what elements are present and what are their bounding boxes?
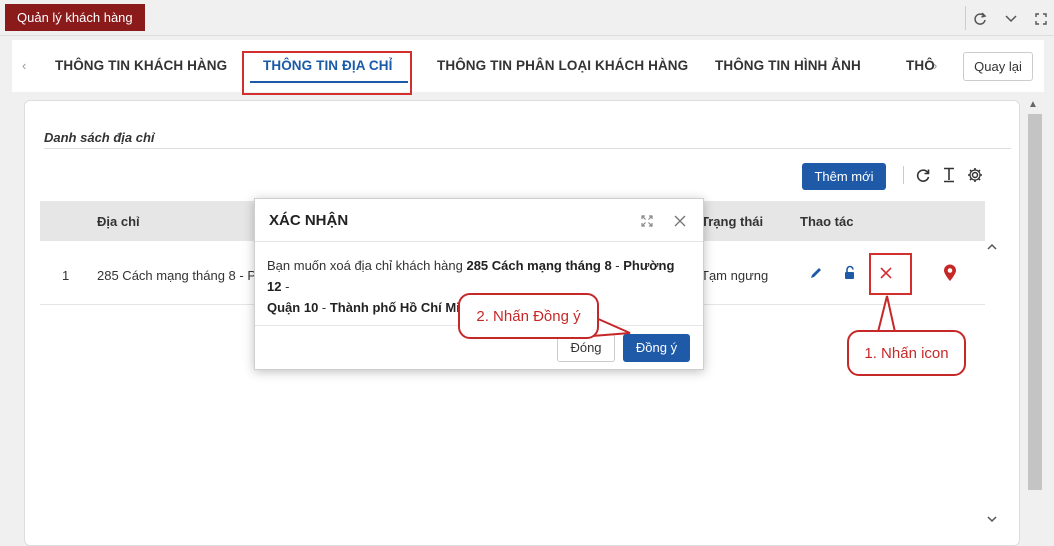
confirm-dialog: XÁC NHẬN Bạn muốn xoá địa chỉ khách hàng…	[254, 198, 704, 370]
column-header-address[interactable]: Địa chỉ	[97, 214, 140, 229]
scroll-down-icon[interactable]	[987, 515, 997, 526]
address-part: 285 Cách mạng tháng 8	[466, 258, 612, 273]
tab-image-info[interactable]: THÔNG TIN HÌNH ẢNH	[715, 58, 861, 73]
address-separator: -	[611, 258, 624, 273]
highlight-box-tab	[242, 51, 412, 95]
back-button[interactable]: Quay lại	[963, 52, 1033, 81]
highlight-box-delete	[869, 253, 912, 295]
confirm-button[interactable]: Đồng ý	[623, 334, 690, 362]
row-status: Tạm ngưng	[701, 268, 769, 283]
callout-step2: 2. Nhấn Đồng ý	[458, 293, 599, 339]
chevron-left-icon[interactable]: ‹	[22, 58, 26, 73]
close-icon[interactable]	[672, 213, 688, 229]
column-header-actions: Thao tác	[800, 214, 854, 229]
chevron-down-icon[interactable]	[1000, 8, 1022, 30]
expand-icon[interactable]	[639, 213, 655, 229]
edit-icon[interactable]	[806, 262, 826, 284]
callout-step1: 1. Nhấn icon	[847, 330, 966, 376]
refresh-icon[interactable]	[969, 8, 991, 30]
tab-bar: ‹ THÔNG TIN KHÁCH HÀNG THÔNG TIN ĐỊA CHỈ…	[12, 40, 1044, 92]
section-title: Danh sách địa chỉ	[44, 130, 155, 145]
row-index: 1	[62, 268, 70, 283]
chevron-right-icon[interactable]: ›	[933, 58, 937, 73]
unlock-icon[interactable]	[840, 262, 860, 284]
address-part: Thành phố Hồ Chí Minh	[329, 300, 476, 315]
location-pin-icon[interactable]	[940, 262, 960, 284]
tab-classification-info[interactable]: THÔNG TIN PHÂN LOẠI KHÁCH HÀNG	[437, 58, 688, 73]
settings-icon[interactable]	[965, 165, 985, 185]
add-new-button[interactable]: Thêm mới	[802, 163, 886, 190]
top-bar: Quản lý khách hàng	[0, 0, 1054, 36]
dialog-title: XÁC NHẬN	[269, 212, 349, 229]
divider	[255, 241, 703, 242]
scroll-up-icon[interactable]: ▲	[1028, 99, 1038, 110]
fullscreen-icon[interactable]	[1030, 8, 1052, 30]
divider	[903, 166, 904, 184]
divider	[44, 148, 1011, 149]
address-part: Quận 10	[267, 300, 319, 315]
reload-icon[interactable]	[913, 165, 933, 185]
tab-customer-info[interactable]: THÔNG TIN KHÁCH HÀNG	[55, 58, 227, 73]
row-address: 285 Cách mạng tháng 8 - Phư	[97, 268, 272, 283]
address-separator: -	[318, 300, 330, 315]
address-separator: -	[281, 279, 290, 294]
text-height-icon[interactable]	[939, 165, 959, 185]
app-tab[interactable]: Quản lý khách hàng	[5, 4, 145, 31]
scrollbar-thumb[interactable]	[1028, 114, 1042, 490]
column-header-status[interactable]: Trạng thái	[701, 214, 763, 229]
tab-truncated[interactable]: THÔ	[906, 58, 935, 73]
scroll-up-icon[interactable]	[987, 243, 997, 254]
divider	[965, 6, 966, 30]
message-text: Bạn muốn xoá địa chỉ khách hàng	[267, 258, 467, 273]
